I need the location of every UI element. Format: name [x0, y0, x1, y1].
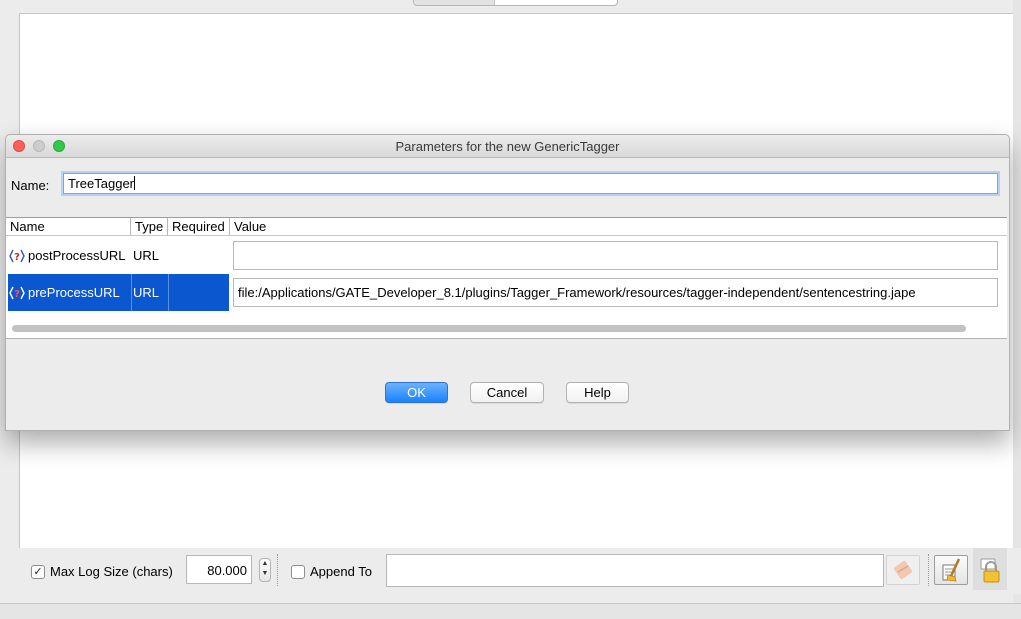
horizontal-scrollbar[interactable] — [12, 325, 966, 332]
clear-log-icon — [942, 558, 961, 582]
append-file-path-field[interactable] — [386, 554, 884, 587]
param-type: URL — [133, 285, 160, 300]
column-header-type[interactable]: Type — [131, 218, 168, 236]
lock-icon — [980, 558, 1000, 583]
cell-divider — [131, 274, 132, 311]
name-input-value: TreeTagger — [68, 176, 134, 191]
max-log-label: Max Log Size (chars) — [50, 564, 173, 579]
top-tab-strip[interactable] — [413, 0, 618, 6]
table-row[interactable]: ? postProcessURL URL — [6, 237, 1007, 274]
top-tab-left[interactable] — [414, 0, 495, 5]
toolbar-separator — [277, 554, 278, 586]
table-row[interactable]: ? preProcessURL URL file:/Applications/G… — [6, 274, 1007, 311]
param-name: preProcessURL — [28, 285, 120, 300]
right-gutter — [1013, 0, 1021, 618]
parameters-dialog: Parameters for the new GenericTagger Nam… — [5, 134, 1010, 431]
param-value-field[interactable]: file:/Applications/GATE_Developer_8.1/pl… — [233, 278, 998, 307]
log-toolbar: ✓ Max Log Size (chars) 80.000 ▲ ▼ Append … — [19, 548, 1021, 594]
cell-divider — [168, 274, 169, 311]
name-label: Name: — [11, 178, 50, 193]
param-type: URL — [133, 248, 160, 263]
ok-button[interactable]: OK — [385, 382, 448, 403]
svg-text:?: ? — [14, 289, 20, 300]
append-to-label: Append To — [310, 564, 372, 579]
dialog-title: Parameters for the new GenericTagger — [395, 139, 620, 154]
clear-log-button[interactable] — [934, 555, 968, 585]
svg-text:?: ? — [14, 252, 20, 263]
column-header-name[interactable]: Name — [6, 218, 131, 236]
toolbar-separator — [928, 554, 929, 586]
param-name: postProcessURL — [28, 248, 126, 263]
required-parameter-icon: ? — [9, 286, 25, 300]
text-caret — [134, 176, 135, 190]
parameters-table: Name Type Required Value ? postProcessUR… — [6, 217, 1007, 339]
optional-parameter-icon: ? — [9, 249, 25, 263]
clear-file-icon — [894, 561, 912, 579]
status-bar — [0, 603, 1021, 619]
max-log-checkbox[interactable]: ✓ — [31, 565, 45, 579]
scroll-lock-button[interactable] — [973, 548, 1007, 590]
clear-file-button[interactable] — [886, 555, 920, 585]
column-header-value[interactable]: Value — [230, 218, 1007, 236]
append-to-checkbox[interactable] — [291, 565, 305, 579]
dialog-titlebar[interactable]: Parameters for the new GenericTagger — [6, 135, 1009, 158]
name-input[interactable]: TreeTagger — [63, 173, 998, 194]
max-log-stepper[interactable]: ▲ ▼ — [259, 558, 271, 582]
cancel-button[interactable]: Cancel — [470, 382, 544, 403]
help-button[interactable]: Help — [566, 382, 629, 403]
column-header-required[interactable]: Required — [168, 218, 230, 236]
param-value-field[interactable] — [233, 241, 998, 270]
max-log-size-field[interactable]: 80.000 — [186, 555, 252, 584]
